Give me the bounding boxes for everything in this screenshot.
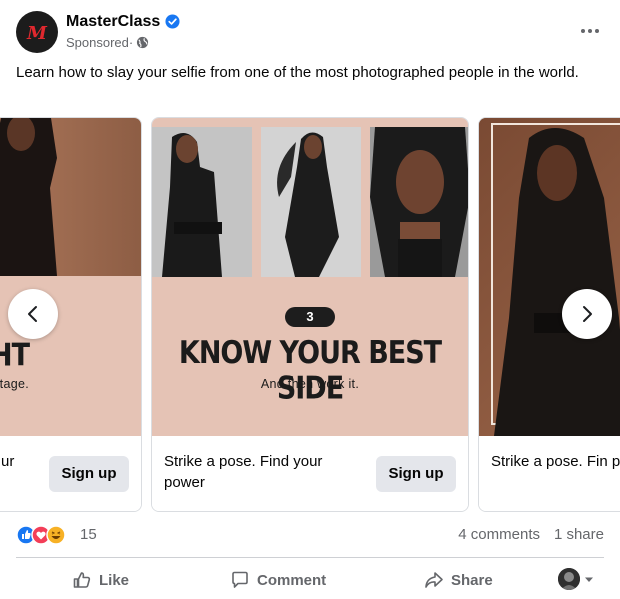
engagement-stats: 15 4 comments 1 share (16, 524, 604, 546)
card-headline: R LIGHT (0, 337, 30, 374)
step-badge: 3 (285, 307, 335, 327)
model-photo (261, 127, 361, 277)
model-photo (479, 118, 620, 436)
comment-label: Comment (257, 571, 327, 589)
model-photo (152, 127, 252, 277)
page-avatar[interactable]: M (16, 11, 58, 53)
share-button[interactable]: Share (424, 563, 493, 597)
photo-brown-backdrop (0, 118, 141, 276)
carousel-next-button[interactable] (562, 289, 612, 339)
like-button[interactable]: Like (72, 563, 129, 597)
post-actions: Like Comment Share (16, 563, 604, 597)
card-footer: ur Sign up (0, 436, 141, 511)
divider (16, 557, 604, 558)
card-headline: KNOW YOUR BEST SIDE (178, 335, 442, 407)
model-photo (0, 118, 57, 276)
logo-letter: M (26, 23, 48, 44)
caret-down-icon[interactable] (584, 576, 594, 584)
comment-icon (232, 571, 248, 588)
page-name[interactable]: MasterClass (66, 13, 160, 31)
post-header: M MasterClass Sponsored · (16, 11, 606, 55)
meta-separator: · (128, 35, 134, 50)
reaction-count[interactable]: 15 (80, 526, 97, 543)
card-subline: And then work it. (260, 377, 360, 391)
share-arrow-icon (425, 572, 443, 588)
account-avatar[interactable] (558, 568, 580, 590)
card-image[interactable]: 3 KNOW YOUR BEST SIDE And then work it. (152, 118, 468, 436)
comment-button[interactable]: Comment (230, 563, 326, 597)
photo-pose-2 (261, 127, 361, 277)
card-image[interactable] (479, 118, 620, 436)
globe-icon (137, 36, 149, 49)
comments-count[interactable]: 4 comments (458, 526, 540, 543)
sponsored-label[interactable]: Sponsored (66, 35, 129, 50)
carousel-prev-button[interactable] (8, 289, 58, 339)
card-image[interactable]: R LIGHT r advantage. (0, 118, 141, 436)
post-caption: Learn how to slay your selfie from one o… (16, 64, 579, 81)
sign-up-button[interactable]: Sign up (49, 456, 129, 492)
photo-pose-3 (370, 127, 468, 277)
carousel-card[interactable]: 3 KNOW YOUR BEST SIDE And then work it. … (151, 117, 469, 512)
chevron-right-icon (583, 306, 592, 322)
profile-photo (558, 568, 580, 590)
card-footer-title: Strike a pose. Fin power (491, 453, 620, 470)
card-footer-title: Strike a pose. Find your power (164, 453, 323, 491)
like-label: Like (99, 571, 130, 589)
more-options-icon[interactable] (578, 19, 602, 43)
card-footer: Strike a pose. Fin power (479, 436, 620, 511)
haha-reaction-icon (46, 525, 66, 545)
ad-carousel[interactable]: R LIGHT r advantage. ur Sign up (0, 117, 620, 513)
photo-pose-1 (152, 127, 252, 277)
card-subline: r advantage. (0, 377, 29, 391)
reaction-icons[interactable] (16, 525, 76, 545)
verified-badge-icon (165, 14, 180, 29)
model-photo (370, 127, 468, 277)
share-label: Share (451, 571, 493, 589)
card-footer: Strike a pose. Find your power Sign up (152, 436, 468, 511)
sign-up-button[interactable]: Sign up (376, 456, 456, 492)
thumbs-up-icon (73, 572, 91, 588)
shares-count[interactable]: 1 share (554, 526, 604, 543)
post-meta: Sponsored · (66, 35, 149, 50)
masterclass-logo-icon: M (26, 23, 48, 44)
chevron-left-icon (28, 306, 37, 322)
